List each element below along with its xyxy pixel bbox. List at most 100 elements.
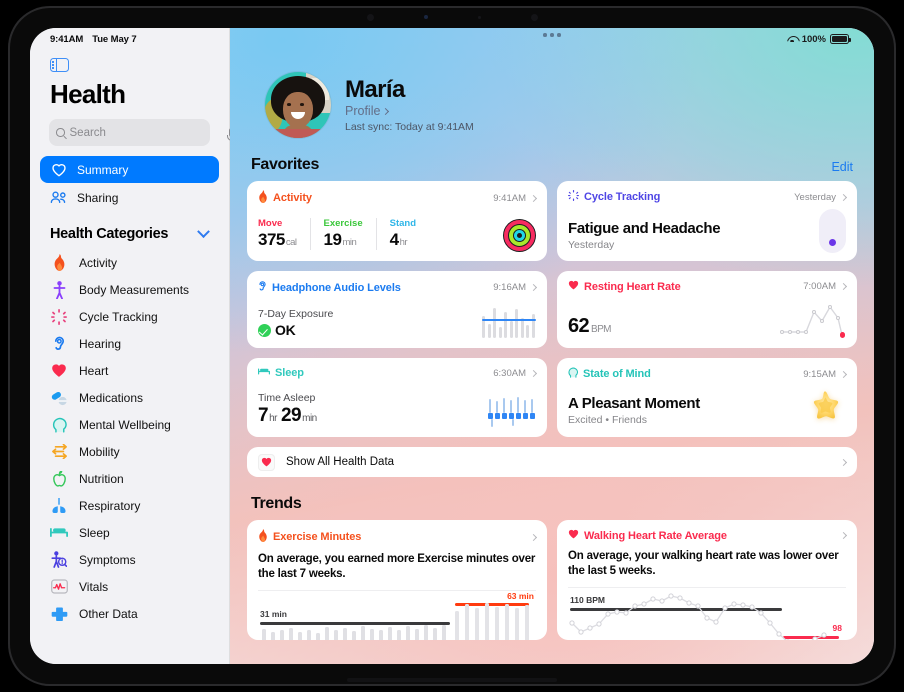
search-input[interactable] <box>69 126 224 139</box>
stat-label: Stand <box>389 218 417 229</box>
sidebar-item-sharing[interactable]: Sharing <box>40 184 219 211</box>
sidebar-toggle-icon[interactable] <box>50 58 219 72</box>
sidebar-item-label: Medications <box>79 390 144 405</box>
chevron-right-icon <box>839 458 848 466</box>
profile-link-label: Profile <box>345 104 381 119</box>
activity-stats: Move 375cal Exercise 19min Stand 4hr <box>258 218 536 250</box>
heart-icon <box>568 529 579 542</box>
card-cycle-tracking[interactable]: Cycle Tracking Yesterday Fatigue and Hea… <box>557 181 857 261</box>
chevron-down-icon[interactable] <box>197 224 210 238</box>
sidebar-item-heart[interactable]: Heart <box>40 357 219 384</box>
home-indicator[interactable] <box>347 678 557 682</box>
device-camera-array <box>8 6 896 28</box>
trend-description: On average, you earned more Exercise min… <box>258 553 536 580</box>
sidebar-item-other-data[interactable]: Other Data <box>40 600 219 627</box>
sidebar-item-nutrition[interactable]: Nutrition <box>40 465 219 492</box>
cycle-icon <box>568 190 579 204</box>
sidebar-item-label: Mental Wellbeing <box>79 417 171 432</box>
avatar[interactable] <box>265 72 331 138</box>
sleep-hours-unit: hr <box>269 413 277 424</box>
apple-icon <box>49 469 69 489</box>
sidebar-item-label: Activity <box>79 255 118 270</box>
camera-dot <box>366 13 374 21</box>
body-icon <box>49 280 69 300</box>
status-time: 9:41AM <box>50 33 84 45</box>
sleep-minutes: 29 <box>280 405 302 426</box>
card-timestamp: 9:16AM <box>493 282 526 293</box>
card-timestamp: 7:00AM <box>803 281 836 292</box>
sidebar-item-mobility[interactable]: Mobility <box>40 438 219 465</box>
trend-description: On average, your walking heart rate was … <box>568 550 839 577</box>
card-timestamp: 6:30AM <box>493 367 526 379</box>
sidebar-item-summary[interactable]: Summary <box>40 156 219 183</box>
scroll-area[interactable]: 100% María Profile Last sync: Today at 9… <box>230 28 874 664</box>
sleep-mini-chart <box>486 397 536 427</box>
chevron-right-icon <box>382 107 390 115</box>
sensor-dot <box>423 15 428 19</box>
favorites-grid: Activity 9:41AM Move 375cal Exercise 19m… <box>247 181 857 437</box>
card-activity[interactable]: Activity 9:41AM Move 375cal Exercise 19m… <box>247 181 547 261</box>
headphone-mini-chart <box>482 308 536 338</box>
sleep-hours: 7 <box>258 405 269 426</box>
card-resting-heart-rate[interactable]: Resting Heart Rate 7:00AM 62 BPM <box>557 271 857 348</box>
sidebar: 9:41AM Tue May 7 Health Summary <box>30 28 238 664</box>
sidebar-item-label: Sleep <box>79 525 110 540</box>
card-headphone-audio[interactable]: Headphone Audio Levels 9:16AM 7-Day Expo… <box>247 271 547 348</box>
main-content: 100% María Profile Last sync: Today at 9… <box>230 28 874 664</box>
battery-percent: 100% <box>801 33 826 45</box>
show-all-health-data-row[interactable]: Show All Health Data <box>247 447 857 477</box>
sidebar-item-sleep[interactable]: Sleep <box>40 519 219 546</box>
profile-header[interactable]: María Profile Last sync: Today at 9:41AM <box>247 50 857 138</box>
trend-card-exercise-minutes[interactable]: Exercise Minutes On average, you earned … <box>247 520 547 640</box>
flame-icon <box>258 190 268 206</box>
cycle-headline: Fatigue and Headache <box>568 220 721 237</box>
favorites-header: Favorites Edit <box>247 138 857 181</box>
sidebar-item-label: Body Measurements <box>79 282 190 297</box>
wifi-icon <box>787 35 798 43</box>
sidebar-item-medications[interactable]: Medications <box>40 384 219 411</box>
card-timestamp: 9:41AM <box>493 192 526 204</box>
edit-favorites-button[interactable]: Edit <box>831 160 853 174</box>
status-bar-right: 100% <box>247 28 857 50</box>
sidebar-item-label: Vitals <box>79 579 109 594</box>
walking-heart-rate-chart: 110 BPM 98 <box>568 592 846 640</box>
sidebar-item-cycle-tracking[interactable]: Cycle Tracking <box>40 303 219 330</box>
heart-icon <box>568 280 579 293</box>
stat-label: Move <box>258 218 283 229</box>
health-categories-label: Health Categories <box>50 226 169 242</box>
chevron-right-icon <box>529 369 538 377</box>
profile-link[interactable]: Profile <box>345 104 474 118</box>
card-state-of-mind[interactable]: State of Mind 9:15AM A Pleasant Moment E… <box>557 358 857 437</box>
sidebar-item-label: Other Data <box>79 606 138 621</box>
sidebar-item-hearing[interactable]: Hearing <box>40 330 219 357</box>
cycle-icon <box>49 307 69 327</box>
sleep-minutes-unit: min <box>302 413 317 424</box>
show-all-label: Show All Health Data <box>286 456 395 468</box>
camera-dot <box>530 13 538 21</box>
stat-unit: min <box>342 237 357 248</box>
heart-outline-icon <box>49 163 68 177</box>
headphone-status: OK <box>275 322 296 338</box>
search-field[interactable] <box>49 119 238 146</box>
card-title-label: State of Mind <box>583 368 651 380</box>
stat-label: Exercise <box>323 218 363 229</box>
sidebar-item-label: Sharing <box>77 190 119 205</box>
sidebar-item-mental-wellbeing[interactable]: Mental Wellbeing <box>40 411 219 438</box>
sidebar-item-label: Hearing <box>79 336 122 351</box>
trend-card-walking-heart-rate[interactable]: Walking Heart Rate Average On average, y… <box>557 520 857 640</box>
sidebar-item-vitals[interactable]: Vitals <box>40 573 219 600</box>
sidebar-item-respiratory[interactable]: Respiratory <box>40 492 219 519</box>
card-title-label: Sleep <box>275 367 304 379</box>
symptoms-icon <box>49 550 69 570</box>
sidebar-item-activity[interactable]: Activity <box>40 249 219 276</box>
sidebar-item-body-measurements[interactable]: Body Measurements <box>40 276 219 303</box>
card-timestamp: Yesterday <box>794 191 836 203</box>
health-categories-header[interactable]: Health Categories <box>40 212 219 249</box>
sidebar-item-label: Nutrition <box>79 471 124 486</box>
sidebar-item-label: Respiratory <box>79 498 141 513</box>
sidebar-item-symptoms[interactable]: Symptoms <box>40 546 219 573</box>
bed-icon <box>49 523 69 543</box>
card-sleep[interactable]: Sleep 6:30AM Time Asleep 7hr 29min <box>247 358 547 437</box>
flame-icon <box>49 253 69 273</box>
card-timestamp: 9:15AM <box>803 368 836 380</box>
